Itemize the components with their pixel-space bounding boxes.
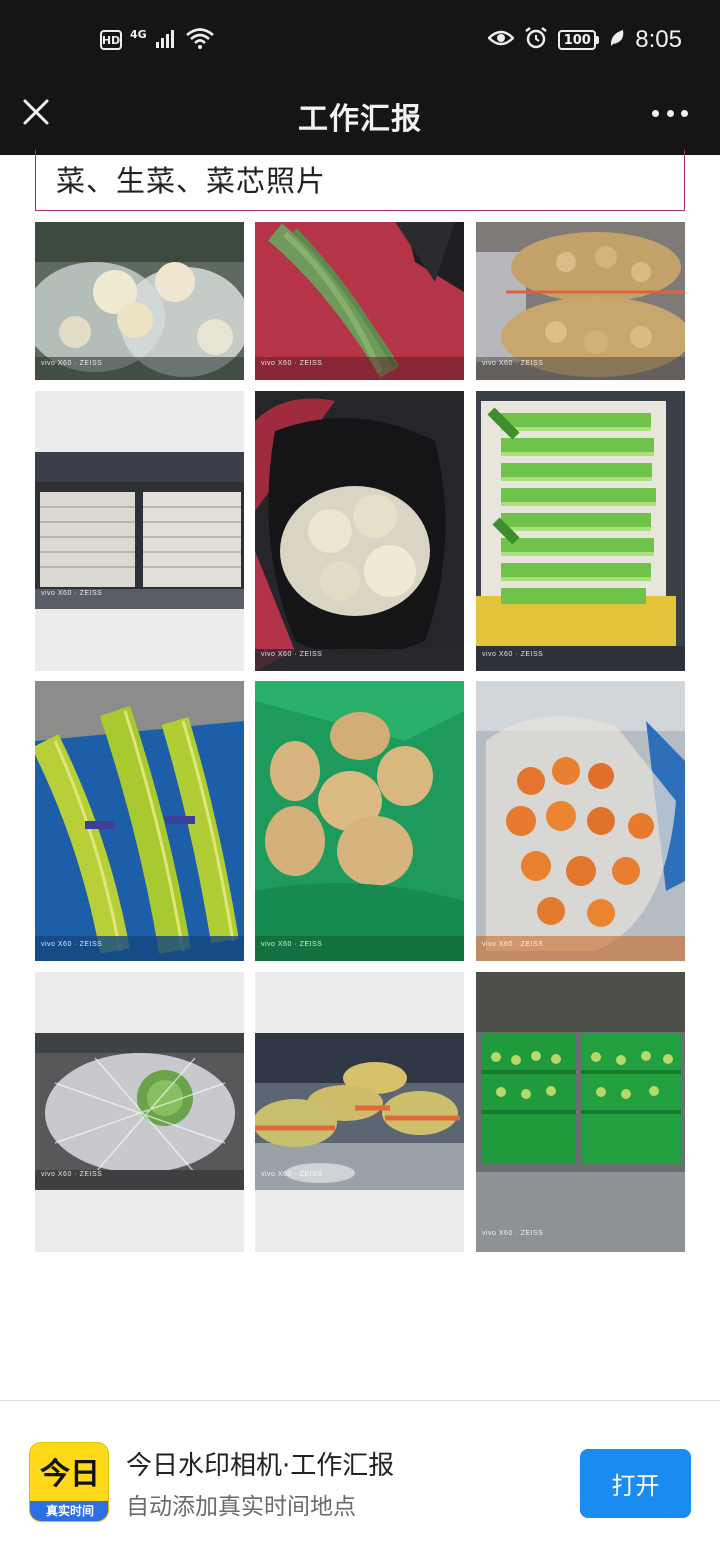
- photo-cabbage-net[interactable]: vivo X60 · ZEISS: [35, 972, 244, 1252]
- promo-subtitle: 自动添加真实时间地点: [126, 1494, 356, 1520]
- battery-level: 100: [558, 30, 597, 50]
- photo-green-crates[interactable]: vivo X60 · ZEISS: [476, 972, 685, 1252]
- photo-potatoes-mesh[interactable]: vivo X60 · ZEISS: [476, 222, 685, 380]
- photo-garlic-sprouts[interactable]: vivo X60 · ZEISS: [35, 681, 244, 961]
- photo-carrots[interactable]: vivo X60 · ZEISS: [476, 681, 685, 961]
- photo-cauliflower[interactable]: vivo X60 · ZEISS: [35, 222, 244, 380]
- photo-watermark: vivo X60 · ZEISS: [261, 651, 323, 658]
- promo-title: 今日水印相机·工作汇报: [126, 1451, 395, 1481]
- status-right: 100 8:05: [487, 26, 682, 54]
- clock-time: 8:05: [635, 26, 682, 53]
- section-heading: 菜、生菜、菜芯照片: [56, 164, 327, 198]
- hd-badge: HD: [100, 30, 122, 50]
- wifi-icon: [185, 26, 215, 54]
- photo-long-beans[interactable]: vivo X60 · ZEISS: [255, 222, 464, 380]
- photo-watermark: vivo X60 · ZEISS: [482, 941, 544, 948]
- app-logo-text: 今日: [40, 1457, 100, 1492]
- photo-watermark: vivo X60 · ZEISS: [41, 1171, 103, 1178]
- photo-watermark: vivo X60 · ZEISS: [41, 941, 103, 948]
- signal-icon: [155, 27, 177, 53]
- leaf-icon: [609, 28, 625, 52]
- battery-icon: 100: [558, 30, 600, 50]
- status-left: HD 4G: [100, 26, 215, 54]
- alarm-icon: [524, 26, 548, 54]
- network-type-label: 4G: [130, 27, 147, 41]
- app-logo-icon: 今日 真实时间: [29, 1442, 109, 1522]
- photo-watermark: vivo X60 · ZEISS: [261, 360, 323, 367]
- photo-watermark: vivo X60 · ZEISS: [482, 651, 544, 658]
- app-promo-bar: 今日 真实时间 今日水印相机·工作汇报 自动添加真实时间地点 打开: [0, 1400, 720, 1560]
- more-dot: [681, 109, 688, 117]
- more-options-button[interactable]: [652, 104, 688, 122]
- photo-watermark: vivo X60 · ZEISS: [41, 590, 103, 597]
- photo-tofu-trays[interactable]: vivo X60 · ZEISS: [35, 391, 244, 671]
- page-title: 工作汇报: [298, 102, 422, 137]
- photo-potatoes-green-bag[interactable]: vivo X60 · ZEISS: [255, 681, 464, 961]
- more-dot: [666, 109, 674, 117]
- section-header: 菜、生菜、菜芯照片: [35, 150, 685, 211]
- status-bar: HD 4G 100 8:05: [0, 0, 720, 80]
- photo-watermark: vivo X60 · ZEISS: [482, 360, 544, 367]
- open-app-button[interactable]: 打开: [580, 1449, 691, 1518]
- title-bar: 工作汇报: [0, 80, 720, 155]
- photo-watermark: vivo X60 · ZEISS: [261, 941, 323, 948]
- photo-watermark: vivo X60 · ZEISS: [261, 1171, 323, 1178]
- photo-cauliflower-bag[interactable]: vivo X60 · ZEISS: [255, 391, 464, 671]
- photo-wrapped-bundles[interactable]: vivo X60 · ZEISS: [255, 972, 464, 1252]
- eye-icon: [487, 28, 515, 52]
- photo-watermark: vivo X60 · ZEISS: [482, 1230, 544, 1237]
- more-dot: [652, 109, 659, 117]
- app-logo-caption: 真实时间: [30, 1501, 108, 1521]
- top-bar: HD 4G 100 8:05 工作汇报: [0, 0, 720, 155]
- photo-celery[interactable]: vivo X60 · ZEISS: [476, 391, 685, 671]
- photo-watermark: vivo X60 · ZEISS: [41, 360, 103, 367]
- photo-grid: vivo X60 · ZEISS vivo X60 · ZEISS vivo X…: [35, 222, 685, 1252]
